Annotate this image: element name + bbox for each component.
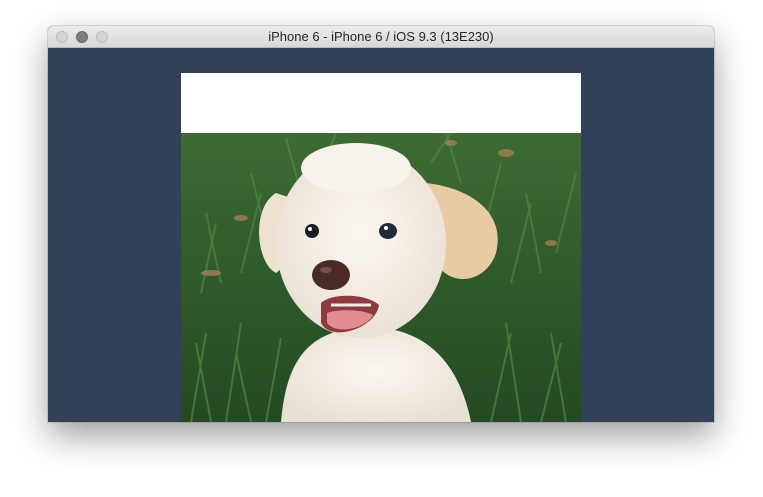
puppy-image <box>181 133 581 422</box>
header-band <box>181 73 581 133</box>
window-title: iPhone 6 - iPhone 6 / iOS 9.3 (13E230) <box>268 29 494 44</box>
puppy-photo <box>181 133 581 422</box>
simulator-screen[interactable] <box>48 48 714 422</box>
simulator-window: iPhone 6 - iPhone 6 / iOS 9.3 (13E230) <box>48 26 714 422</box>
window-titlebar[interactable]: iPhone 6 - iPhone 6 / iOS 9.3 (13E230) <box>48 26 714 48</box>
